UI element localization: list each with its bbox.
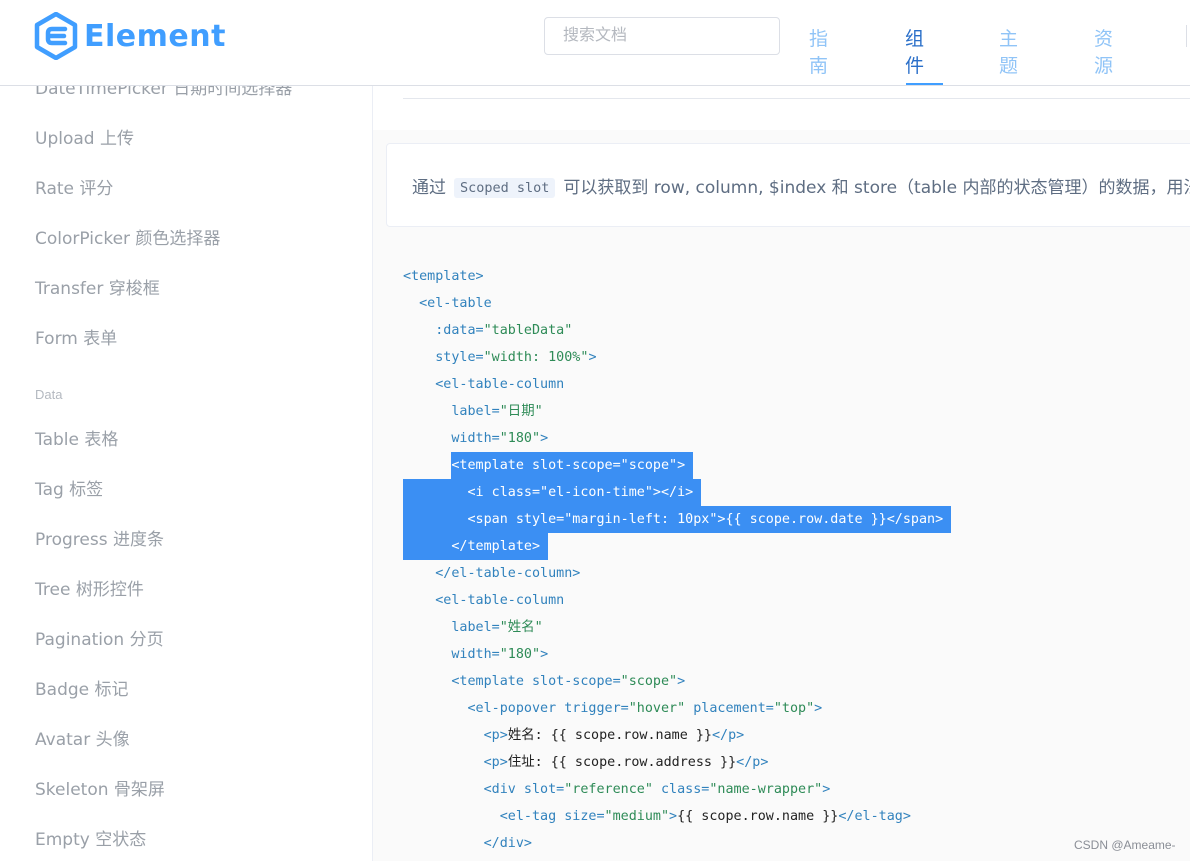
sidebar-item-avatar[interactable]: Avatar 头像 bbox=[35, 725, 130, 750]
sidebar-item-pagination[interactable]: Pagination 分页 bbox=[35, 625, 164, 650]
nav-theme[interactable]: 主题 bbox=[999, 24, 1018, 78]
code-line: <span style="margin-left: 10px">{{ scope… bbox=[403, 506, 952, 533]
nav-component[interactable]: 组件 bbox=[905, 24, 924, 78]
scoped-slot-chip: Scoped slot bbox=[454, 178, 556, 198]
watermark: CSDN @Ameame- bbox=[1074, 838, 1176, 852]
sidebar-item-skeleton[interactable]: Skeleton 骨架屏 bbox=[35, 775, 165, 800]
active-nav-indicator bbox=[906, 83, 943, 85]
sidebar-item-form[interactable]: Form 表单 bbox=[35, 324, 117, 349]
code-line: <el-table-column bbox=[403, 593, 565, 608]
main-content: 通过 Scoped slot 可以获取到 row, column, $index 和… bbox=[373, 86, 1190, 861]
sidebar-item-empty[interactable]: Empty 空状态 bbox=[35, 825, 146, 850]
sidebar-item-upload[interactable]: Upload 上传 bbox=[35, 124, 134, 149]
code-line: label="姓名" bbox=[403, 620, 543, 635]
code-line: </div> bbox=[403, 836, 532, 851]
code-line: <el-table-column bbox=[403, 377, 565, 392]
sidebar-item-transfer[interactable]: Transfer 穿梭框 bbox=[35, 274, 160, 299]
demo-area bbox=[373, 86, 1190, 130]
nav-guide[interactable]: 指南 bbox=[809, 24, 828, 78]
code-line: <p>姓名: {{ scope.row.name }}</p> bbox=[403, 728, 745, 743]
code-line: <el-table bbox=[403, 296, 492, 311]
code-line: <template slot-scope="scope"> bbox=[403, 674, 686, 689]
sidebar-item-progress[interactable]: Progress 进度条 bbox=[35, 525, 164, 550]
code-line: <p>住址: {{ scope.row.address }}</p> bbox=[403, 755, 769, 770]
code-block[interactable]: <template> <el-table :data="tableData" s… bbox=[403, 263, 952, 857]
nav-divider bbox=[1186, 25, 1187, 47]
description-after: 可以获取到 row, column, $index 和 store（table … bbox=[563, 178, 1190, 198]
code-line: :data="tableData" bbox=[403, 323, 573, 338]
logo-text: Element bbox=[84, 18, 226, 54]
nav-resource[interactable]: 资源 bbox=[1094, 24, 1113, 78]
description-text: 通过 Scoped slot 可以获取到 row, column, $index 和… bbox=[412, 173, 1190, 198]
sidebar-item-colorpicker[interactable]: ColorPicker 颜色选择器 bbox=[35, 224, 220, 249]
code-line: width="180"> bbox=[403, 431, 549, 446]
sidebar-item-badge[interactable]: Badge 标记 bbox=[35, 675, 129, 700]
sidebar-item-datetimepicker[interactable]: DateTimePicker 日期时间选择器 bbox=[35, 86, 292, 99]
sidebar-item-tree[interactable]: Tree 树形控件 bbox=[35, 575, 144, 600]
element-logo[interactable]: Element bbox=[34, 12, 226, 60]
sidebar-group-data: Data bbox=[35, 387, 63, 402]
code-line: label="日期" bbox=[403, 404, 543, 419]
description-box: 通过 Scoped slot 可以获取到 row, column, $index 和… bbox=[386, 143, 1190, 227]
description-before: 通过 bbox=[412, 178, 446, 198]
element-logo-icon bbox=[34, 12, 78, 60]
sidebar: DateTimePicker 日期时间选择器 Upload 上传 Rate 评分… bbox=[0, 86, 373, 861]
top-header: Element 指南 组件 主题 资源 bbox=[0, 0, 1190, 86]
code-line: <template slot-scope="scope"> bbox=[403, 452, 951, 479]
code-line: style="width: 100%"> bbox=[403, 350, 597, 365]
code-line: <el-tag size="medium">{{ scope.row.name … bbox=[403, 809, 911, 824]
code-line: </el-table-column> bbox=[403, 566, 581, 581]
code-line: width="180"> bbox=[403, 647, 549, 662]
code-line: <div slot="reference" class="name-wrappe… bbox=[403, 782, 831, 797]
divider bbox=[403, 98, 1190, 99]
code-line: </template> bbox=[403, 533, 951, 560]
sidebar-item-rate[interactable]: Rate 评分 bbox=[35, 174, 113, 199]
code-line: <template> bbox=[403, 269, 484, 284]
code-line: <el-popover trigger="hover" placement="t… bbox=[403, 701, 823, 716]
sidebar-item-tag[interactable]: Tag 标签 bbox=[35, 475, 103, 500]
sidebar-item-table[interactable]: Table 表格 bbox=[35, 425, 118, 450]
search-input[interactable] bbox=[544, 17, 780, 55]
code-line: <i class="el-icon-time"></i> bbox=[403, 479, 951, 506]
